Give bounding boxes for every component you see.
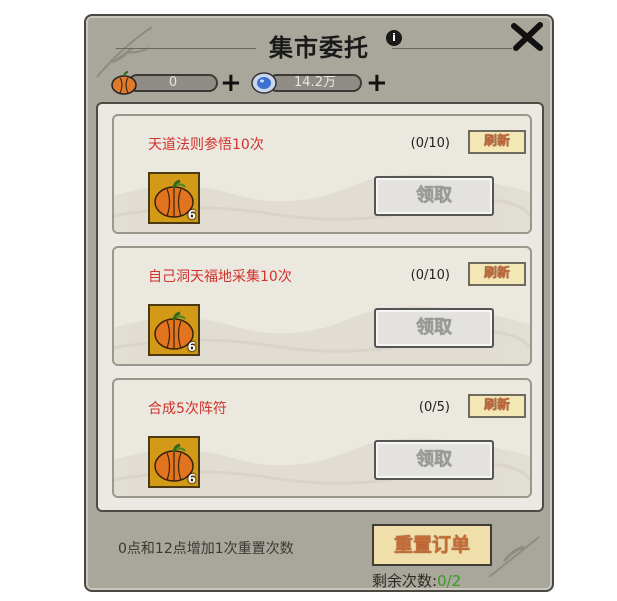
task-list[interactable]: 天道法则参悟10次 (0/10) 刷新 6 领取 自己洞天福地采集10次 (0/… (96, 102, 544, 512)
dialog-title: 集市委托 (269, 34, 369, 62)
task-progress: (0/10) (410, 268, 450, 283)
reset-orders-button[interactable]: 重置订单 (372, 524, 492, 566)
remaining-resets: 剩余次数:0/2 (372, 570, 461, 591)
task-card: 自己洞天福地采集10次 (0/10) 刷新 6 领取 (112, 246, 532, 366)
spirit-stone-count: 14.2万 (268, 74, 362, 92)
reward-count: 6 (187, 472, 196, 486)
task-progress: (0/10) (410, 136, 450, 151)
pumpkin-count: 0 (128, 74, 218, 92)
info-icon[interactable]: i (386, 30, 402, 46)
task-title: 自己洞天福地采集10次 (148, 269, 292, 285)
claim-button[interactable]: 领取 (374, 308, 494, 348)
remaining-count: 0/2 (437, 572, 462, 590)
reward-item[interactable]: 6 (148, 436, 200, 488)
reward-item[interactable]: 6 (148, 172, 200, 224)
task-card: 天道法则参悟10次 (0/10) 刷新 6 领取 (112, 114, 532, 234)
reset-note: 0点和12点增加1次重置次数 (118, 541, 294, 557)
reward-item[interactable]: 6 (148, 304, 200, 356)
task-title: 合成5次阵符 (148, 401, 227, 417)
market-commission-dialog: 集市委托 i 0 + 14.2万 + 天道法则参悟10次 (0/10) 刷新 6… (84, 14, 554, 592)
task-title: 天道法则参悟10次 (148, 137, 264, 153)
task-card: 合成5次阵符 (0/5) 刷新 6 领取 (112, 378, 532, 498)
spirit-stone-icon (251, 72, 277, 94)
spirit-stone-resource: 14.2万 + (250, 70, 388, 96)
pumpkin-icon (111, 71, 137, 95)
add-pumpkin-button[interactable]: + (220, 70, 242, 96)
pumpkin-resource: 0 + (110, 70, 242, 96)
reward-count: 6 (187, 208, 196, 222)
claim-button[interactable]: 领取 (374, 176, 494, 216)
claim-button[interactable]: 领取 (374, 440, 494, 480)
refresh-button[interactable]: 刷新 (468, 130, 526, 154)
remaining-label: 剩余次数: (372, 572, 438, 590)
close-icon[interactable] (510, 22, 544, 52)
bamboo-decoration (488, 536, 540, 578)
refresh-button[interactable]: 刷新 (468, 394, 526, 418)
reward-count: 6 (187, 340, 196, 354)
task-progress: (0/5) (418, 400, 450, 415)
add-spirit-stone-button[interactable]: + (366, 70, 388, 96)
refresh-button[interactable]: 刷新 (468, 262, 526, 286)
